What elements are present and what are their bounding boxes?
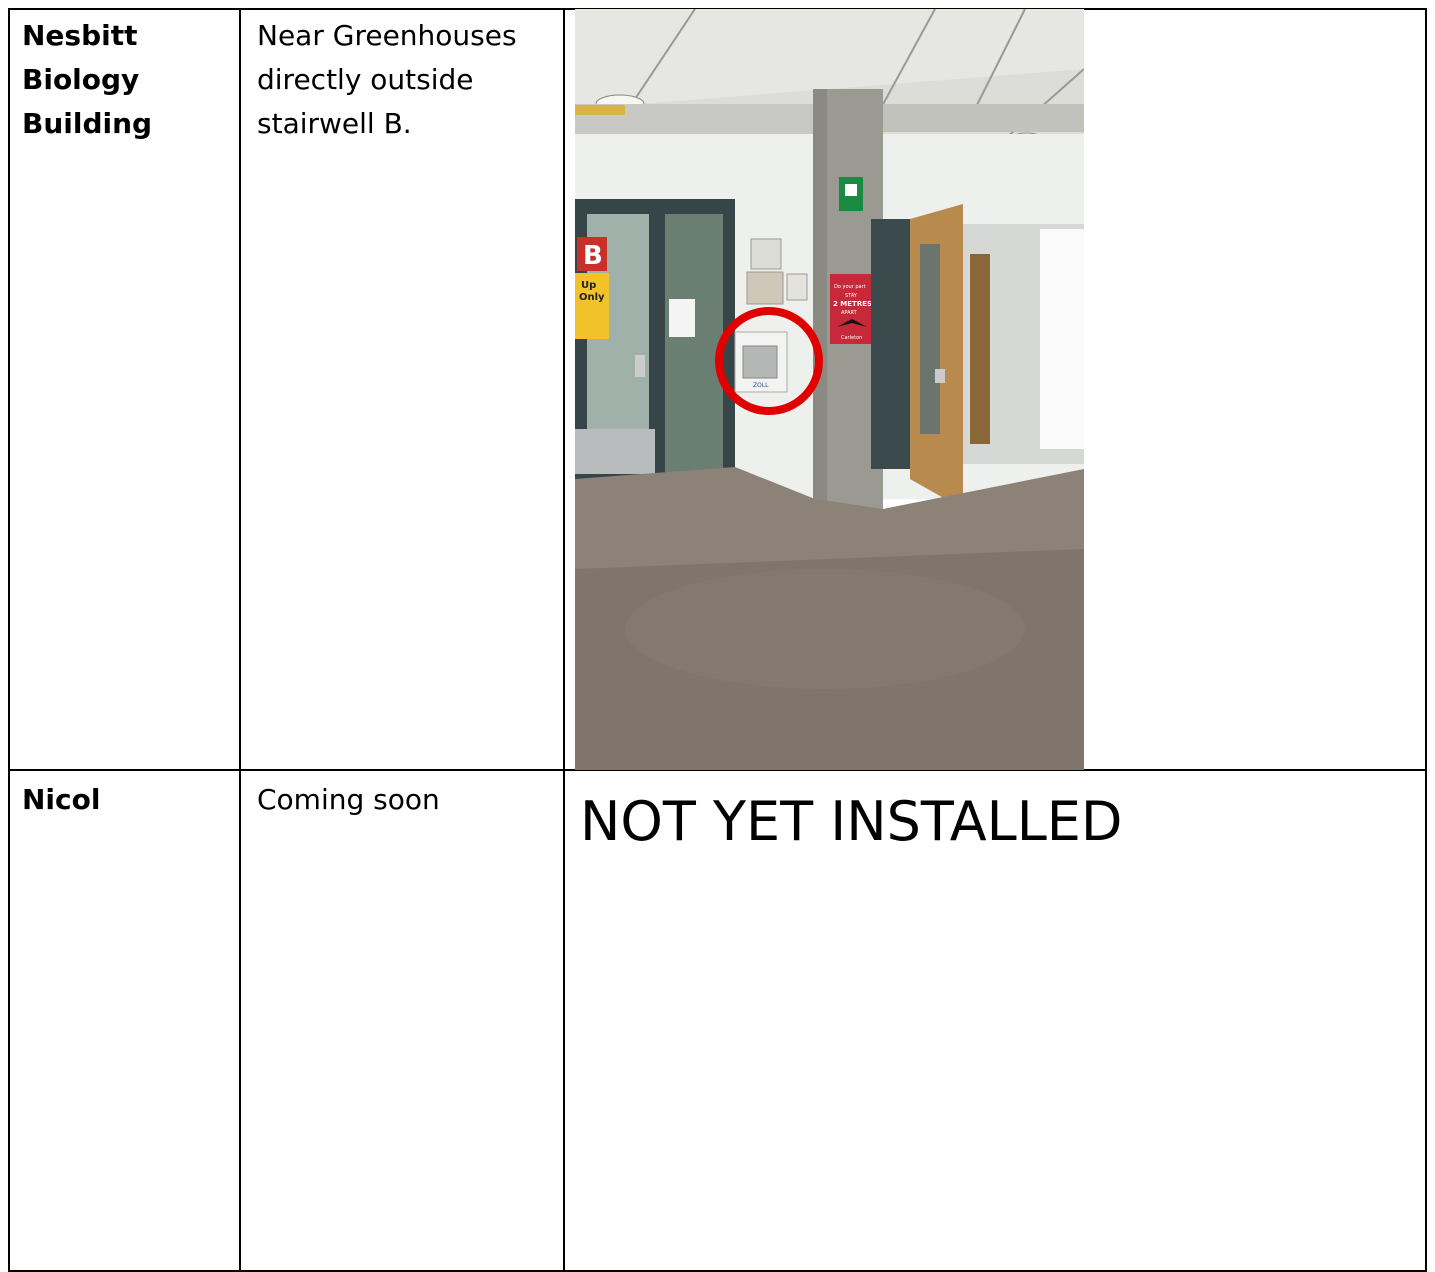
aed-location-photo: B Up Only Do your part STAY 2 METRES APA…: [575, 9, 1084, 770]
poster-text: Do your part: [834, 284, 866, 290]
stair-sign-letter: B: [583, 241, 603, 271]
poster-text: APART: [841, 310, 858, 316]
location-line: Coming soon: [257, 783, 440, 816]
table-border-left: [8, 8, 10, 1272]
installation-status: NOT YET INSTALLED: [580, 790, 1123, 853]
stair-sign-text: Up: [581, 280, 596, 291]
building-name-cell: Nicol: [22, 778, 100, 822]
location-description-cell: Near Greenhouses directly outside stairw…: [257, 14, 517, 146]
location-line: stairwell B.: [257, 107, 412, 140]
table-border-right: [1425, 8, 1427, 1272]
poster-text: Carleton: [841, 335, 862, 341]
building-name-line: Building: [22, 107, 153, 140]
aed-location-table: Nesbitt Biology Building Near Greenhouse…: [0, 0, 1435, 1272]
building-name-line: Nesbitt: [22, 19, 138, 52]
location-line: directly outside: [257, 63, 474, 96]
building-name-cell: Nesbitt Biology Building: [22, 14, 152, 146]
stair-sign-text: Only: [579, 292, 605, 303]
location-description-cell: Coming soon: [257, 778, 440, 822]
building-name-line: Biology: [22, 63, 140, 96]
poster-text: 2 METRES: [833, 300, 872, 308]
column-divider-2: [563, 8, 565, 1272]
column-divider-1: [239, 8, 241, 1272]
poster-text: STAY: [845, 293, 858, 299]
building-name-line: Nicol: [22, 783, 101, 816]
cabinet-brand: ZOLL: [753, 382, 769, 389]
location-line: Near Greenhouses: [257, 19, 517, 52]
